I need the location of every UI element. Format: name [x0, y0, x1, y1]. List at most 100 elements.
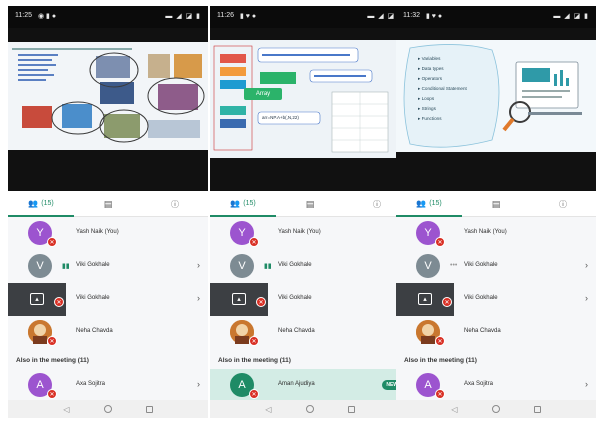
- participant-row[interactable]: V ••• Viki Gokhale ›: [396, 250, 596, 283]
- topic-item: ▸ Data types: [418, 66, 444, 71]
- chevron-right-icon[interactable]: ›: [585, 260, 588, 270]
- status-time: 11:26: [217, 12, 234, 19]
- people-icon: 👥: [230, 198, 241, 208]
- participant-row[interactable]: A ✕ Axa Sojitra ›: [8, 369, 208, 402]
- tab-bar: 👥 (15) ▤ ⓘ: [396, 191, 596, 217]
- participant-row[interactable]: Y ✕ Yash Naik (You): [8, 217, 208, 250]
- mic-off-icon: ✕: [256, 297, 266, 307]
- signal-battery-icon: ▬ ◢ ◪ ▮: [165, 13, 201, 20]
- code-text: arr=NP.A+b(,N,22): [262, 115, 299, 120]
- android-nav-bar: ◁: [8, 400, 208, 418]
- tab-chat[interactable]: ▤: [75, 191, 141, 217]
- android-nav-bar: ◁: [396, 400, 596, 418]
- people-count: (15): [429, 199, 442, 207]
- participant-name: Yash Naik (You): [278, 229, 321, 235]
- chevron-right-icon[interactable]: ›: [197, 379, 200, 389]
- chevron-right-icon[interactable]: ›: [585, 293, 588, 303]
- participant-name: Neha Chavda: [76, 328, 113, 334]
- tab-chat[interactable]: ▤: [277, 191, 343, 217]
- mic-off-icon: ✕: [249, 237, 259, 247]
- participant-name: Neha Chavda: [278, 328, 315, 334]
- topic-item: ▸ Functions: [418, 116, 442, 121]
- participant-row-presenting[interactable]: ▴ ✕ Viki Gokhale ›: [8, 283, 208, 316]
- participant-row-new[interactable]: A ✕ Aman Ajudiya NEW: [210, 369, 410, 402]
- shared-screen[interactable]: ▸ Variables ▸ Data types ▸ Operators ▸ C…: [396, 28, 596, 191]
- participant-row-presenting[interactable]: ▴ ✕ Viki Gokhale ›: [210, 283, 410, 316]
- status-bar: 11:26 ▮ ♥ ● ▬ ◢ ◪ ▮: [210, 6, 410, 28]
- back-icon[interactable]: ◁: [451, 405, 457, 414]
- chevron-right-icon[interactable]: ›: [197, 260, 200, 270]
- avatar: V: [28, 254, 52, 278]
- participant-row[interactable]: ✕ Neha Chavda: [210, 316, 410, 349]
- shared-screen[interactable]: [8, 28, 208, 191]
- people-count: (15): [243, 199, 256, 207]
- tab-people[interactable]: 👥 (15): [210, 191, 276, 217]
- participant-name: Viki Gokhale: [278, 295, 312, 301]
- notification-icons: ▮ ♥ ●: [240, 13, 257, 20]
- slide-array-diagram: Array arr=NP.A+b(,N,22): [210, 40, 410, 158]
- chevron-right-icon[interactable]: ›: [197, 293, 200, 303]
- back-icon[interactable]: ◁: [265, 405, 271, 414]
- home-icon[interactable]: [103, 405, 112, 413]
- section-header: Also in the meeting (11): [404, 357, 477, 364]
- mic-off-icon: ✕: [47, 237, 57, 247]
- home-icon[interactable]: [305, 405, 314, 413]
- topic-item: ▸ Variables: [418, 56, 441, 61]
- tab-people[interactable]: 👥 (15): [396, 191, 462, 217]
- present-screen-icon: ▴: [30, 293, 44, 305]
- participant-name: Viki Gokhale: [464, 262, 498, 268]
- participant-row[interactable]: ✕ Neha Chavda: [8, 316, 208, 349]
- participant-row[interactable]: ✕ Neha Chavda: [396, 316, 596, 349]
- chat-icon: ▤: [305, 198, 315, 209]
- participant-name: Viki Gokhale: [76, 262, 110, 268]
- array-diagram-graphic: [213, 45, 389, 153]
- presentation-tile: ▴ ✕: [210, 283, 268, 316]
- topic-item: ▸ Conditional Statement: [418, 86, 467, 91]
- participant-row[interactable]: V ▮▮ Viki Gokhale ›: [210, 250, 410, 283]
- recents-icon[interactable]: [145, 405, 153, 413]
- mic-off-icon: ✕: [249, 389, 259, 399]
- chevron-right-icon[interactable]: ›: [585, 379, 588, 389]
- participant-name: Yash Naik (You): [464, 229, 507, 235]
- slide-topics: ▸ Variables ▸ Data types ▸ Operators ▸ C…: [396, 40, 596, 152]
- back-icon[interactable]: ◁: [63, 405, 69, 414]
- collage-graphic: [12, 48, 205, 143]
- people-icon: 👥: [28, 198, 39, 208]
- chat-icon: ▤: [103, 198, 113, 209]
- speaking-audio-icon: ▮▮: [62, 263, 70, 270]
- recents-icon[interactable]: [347, 405, 355, 413]
- notification-icons: ▮ ♥ ●: [426, 13, 443, 20]
- tab-info[interactable]: ⓘ: [530, 191, 596, 217]
- info-icon: ⓘ: [373, 199, 381, 209]
- participant-row[interactable]: Y ✕ Yash Naik (You): [396, 217, 596, 250]
- participant-name: Neha Chavda: [464, 328, 501, 334]
- mic-off-icon: ✕: [47, 336, 57, 346]
- signal-battery-icon: ▬ ◢ ◪ ▮: [553, 13, 589, 20]
- mic-off-icon: ✕: [54, 297, 64, 307]
- tab-info[interactable]: ⓘ: [142, 191, 208, 217]
- mic-off-icon: ✕: [435, 336, 445, 346]
- tab-people[interactable]: 👥 (15): [8, 191, 74, 217]
- notification-icons: ◉ ▮ ●: [38, 13, 57, 20]
- tab-chat[interactable]: ▤: [463, 191, 529, 217]
- info-icon: ⓘ: [171, 199, 179, 209]
- participant-row[interactable]: Y ✕ Yash Naik (You): [210, 217, 410, 250]
- participant-name: Viki Gokhale: [76, 295, 110, 301]
- topics-list: ▸ Variables ▸ Data types ▸ Operators ▸ C…: [418, 54, 467, 124]
- recents-icon[interactable]: [533, 405, 541, 413]
- mic-off-icon: ✕: [435, 389, 445, 399]
- home-icon[interactable]: [491, 405, 500, 413]
- participant-row-presenting[interactable]: ▴ ✕ Viki Gokhale ›: [396, 283, 596, 316]
- mic-off-icon: ✕: [442, 297, 452, 307]
- participant-row[interactable]: V ▮▮ Viki Gokhale ›: [8, 250, 208, 283]
- status-bar: 11:25 ◉ ▮ ● ▬ ◢ ◪ ▮: [8, 6, 208, 28]
- avatar: V: [230, 254, 254, 278]
- participant-row[interactable]: A ✕ Axa Sojitra ›: [396, 369, 596, 402]
- topic-item: ▸ Operators: [418, 76, 443, 81]
- people-icon: 👥: [416, 198, 427, 208]
- phone-screen-1: 11:25 ◉ ▮ ● ▬ ◢ ◪ ▮ 👥 (15) ▤ ⓘ Y ✕ Yash …: [8, 6, 208, 418]
- chat-icon: ▤: [491, 198, 501, 209]
- shared-screen[interactable]: Array arr=NP.A+b(,N,22): [210, 28, 410, 191]
- participant-name: Axa Sojitra: [464, 381, 494, 387]
- mic-off-icon: ✕: [47, 389, 57, 399]
